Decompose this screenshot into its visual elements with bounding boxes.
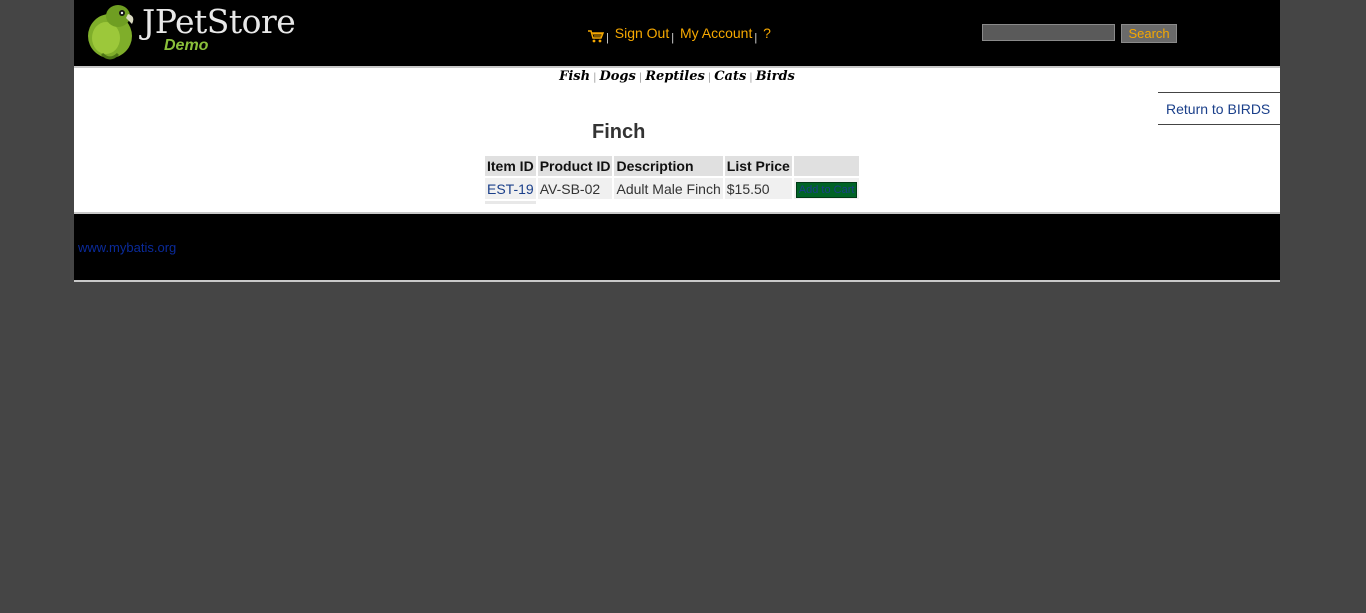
category-quicklinks: Fish | Dogs | Reptiles | Cats | Birds — [74, 68, 1280, 92]
my-account-link[interactable]: My Account — [680, 25, 752, 41]
logo[interactable]: JPetStore Demo — [84, 2, 299, 60]
column-header-item-id: Item ID — [485, 156, 536, 176]
shopping-cart-icon[interactable] — [587, 29, 605, 46]
quicklink-birds[interactable]: Birds — [756, 69, 795, 84]
item-id-link[interactable]: EST-19 — [487, 181, 534, 197]
quicklink-reptiles[interactable]: Reptiles — [645, 69, 705, 84]
table-spacer-row — [485, 201, 859, 204]
column-header-description: Description — [614, 156, 723, 176]
table-row: EST-19 AV-SB-02 Adult Male Finch $15.50 … — [485, 178, 860, 199]
cell-action: Add to Cart — [793, 178, 860, 199]
mybatis-link[interactable]: www.mybatis.org — [78, 240, 176, 255]
quicklink-separator: | — [638, 72, 643, 83]
table-header-row: Item ID Product ID Description List Pric… — [485, 156, 860, 176]
column-header-product-id: Product ID — [537, 156, 613, 176]
quicklink-fish[interactable]: Fish — [559, 69, 590, 84]
cart-icon — [588, 30, 605, 43]
cell-item-id: EST-19 — [485, 178, 536, 199]
quicklink-separator: | — [707, 72, 712, 83]
cell-list-price: $15.50 — [724, 178, 792, 199]
logo-title: JPetStore — [142, 2, 296, 41]
search-button[interactable]: Search — [1121, 24, 1177, 43]
header: JPetStore Demo | Sign Out | My Account | ?… — [74, 0, 1280, 68]
page-container: JPetStore Demo | Sign Out | My Account | ?… — [74, 0, 1280, 282]
quicklink-separator: | — [749, 72, 753, 83]
help-link[interactable]: ? — [763, 25, 771, 41]
page-title: Finch — [592, 121, 646, 143]
header-menu: | Sign Out | My Account | ? — [587, 24, 771, 44]
column-header-action — [793, 156, 860, 176]
quicklink-dogs[interactable]: Dogs — [599, 69, 635, 84]
sign-out-link[interactable]: Sign Out — [615, 25, 669, 41]
search-form: Search — [982, 24, 1177, 43]
main-content: Return to BIRDS Finch Item ID Product ID… — [74, 92, 1280, 214]
cell-product-id: AV-SB-02 — [537, 178, 613, 199]
items-table: Item ID Product ID Description List Pric… — [483, 154, 861, 206]
menu-separator: | — [754, 32, 758, 44]
footer: www.mybatis.org — [74, 214, 1280, 282]
return-to-category-link[interactable]: Return to BIRDS — [1158, 93, 1280, 117]
menu-separator: | — [606, 32, 609, 44]
menu-separator: | — [671, 32, 675, 44]
parrot-logo-icon — [88, 5, 134, 60]
quicklink-cats[interactable]: Cats — [714, 69, 746, 84]
logo-subtitle: Demo — [164, 37, 209, 54]
add-to-cart-button[interactable]: Add to Cart — [795, 181, 858, 198]
spacer-cell — [485, 201, 536, 204]
search-input[interactable] — [982, 24, 1115, 41]
column-header-list-price: List Price — [724, 156, 792, 176]
cell-description: Adult Male Finch — [614, 178, 723, 199]
back-link-box: Return to BIRDS — [1158, 92, 1280, 125]
